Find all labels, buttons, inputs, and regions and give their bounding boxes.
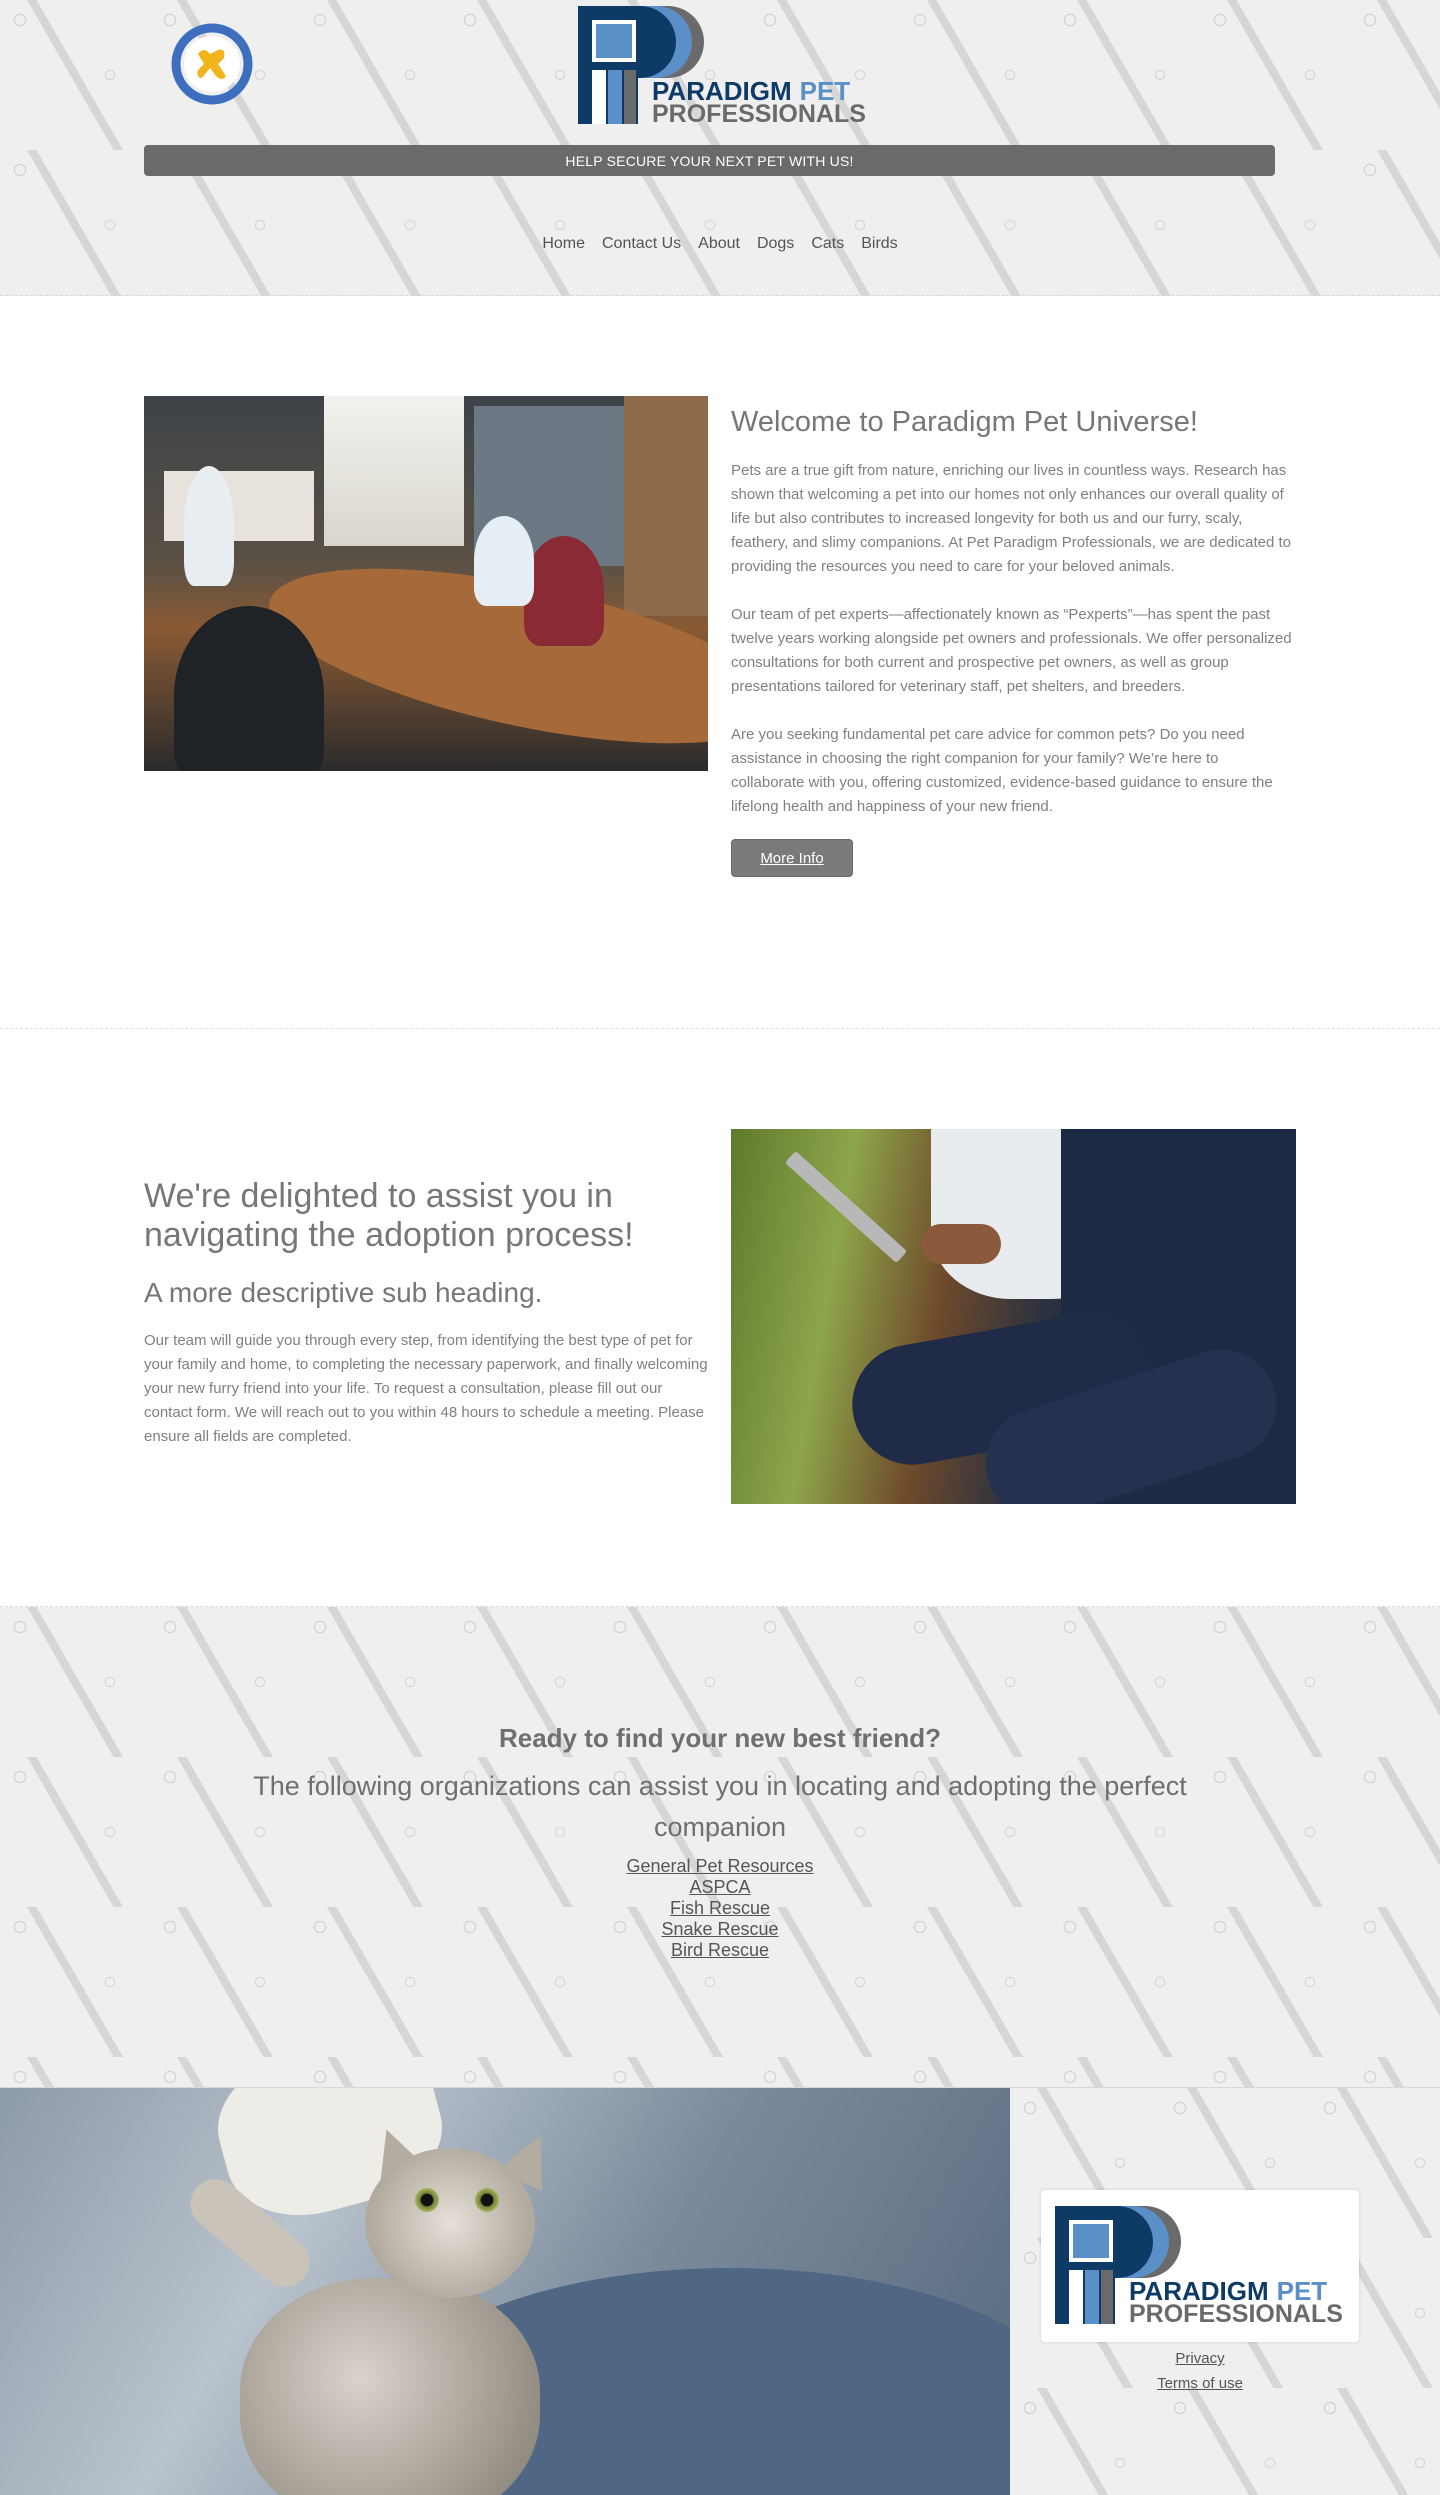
main-nav: Home Contact Us About Dogs Cats Birds	[0, 235, 1440, 253]
welcome-section: Welcome to Paradigm Pet Universe! Pets a…	[0, 296, 1440, 1029]
kitten-photo	[0, 2088, 1010, 2495]
nav-birds[interactable]: Birds	[861, 235, 897, 253]
logo-sub: PROFESSIONALS	[652, 100, 866, 124]
nav-home[interactable]: Home	[542, 235, 585, 253]
nav-dogs[interactable]: Dogs	[757, 235, 794, 253]
nav-about[interactable]: About	[698, 235, 740, 253]
nav-cats[interactable]: Cats	[811, 235, 844, 253]
adoption-content: We're delighted to assist you in navigat…	[144, 1177, 709, 1473]
link-bird-rescue[interactable]: Bird Rescue	[0, 1940, 1440, 1961]
brand-logo[interactable]: PARADIGM PET PROFESSIONALS	[578, 4, 868, 124]
terms-link[interactable]: Terms of use	[1041, 2371, 1359, 2396]
footer-panel: PARADIGM PET PROFESSIONALS Privacy Terms …	[1010, 2088, 1440, 2495]
more-info-button[interactable]: More Info	[731, 839, 853, 877]
welcome-paragraph-3: Are you seeking fundamental pet care adv…	[731, 726, 1273, 815]
dog-logo-icon[interactable]	[168, 20, 256, 108]
resources-links: General Pet Resources ASPCA Fish Rescue …	[0, 1856, 1440, 1961]
adoption-subtitle: A more descriptive sub heading.	[144, 1277, 543, 1308]
welcome-paragraph-2: Our team of pet experts—affectionately k…	[731, 606, 1292, 695]
resources-subtitle: The following organizations can assist y…	[253, 1771, 1187, 1842]
promo-banner: HELP SECURE YOUR NEXT PET WITH US!	[144, 145, 1275, 176]
link-snake-rescue[interactable]: Snake Rescue	[0, 1919, 1440, 1940]
adoption-title: We're delighted to assist you in navigat…	[144, 1177, 634, 1254]
resources-title: Ready to find your new best friend?	[498, 1723, 942, 1753]
adoption-section: We're delighted to assist you in navigat…	[0, 1029, 1440, 1607]
nav-contact-us[interactable]: Contact Us	[602, 235, 681, 253]
privacy-link[interactable]: Privacy	[1041, 2346, 1359, 2371]
meeting-photo	[144, 396, 708, 771]
site-footer: PARADIGM PET PROFESSIONALS Privacy Terms …	[0, 2088, 1440, 2495]
resources-section: Ready to find your new best friend? The …	[0, 1607, 1440, 2088]
link-fish-rescue[interactable]: Fish Rescue	[0, 1898, 1440, 1919]
footer-logo-sub: PROFESSIONALS	[1129, 2300, 1343, 2324]
footer-links: Privacy Terms of use	[1041, 2346, 1359, 2396]
link-aspca[interactable]: ASPCA	[0, 1877, 1440, 1898]
consultation-photo	[731, 1129, 1296, 1504]
footer-logo[interactable]: PARADIGM PET PROFESSIONALS	[1041, 2190, 1359, 2342]
link-general-pet-resources[interactable]: General Pet Resources	[0, 1856, 1440, 1877]
welcome-content: Welcome to Paradigm Pet Universe! Pets a…	[731, 396, 1296, 877]
welcome-title: Welcome to Paradigm Pet Universe!	[731, 406, 1198, 438]
site-header: PARADIGM PET PROFESSIONALS HELP SECURE YO…	[0, 0, 1440, 296]
welcome-paragraph-1: Pets are a true gift from nature, enrich…	[731, 462, 1292, 575]
adoption-paragraph: Our team will guide you through every st…	[144, 1332, 708, 1445]
